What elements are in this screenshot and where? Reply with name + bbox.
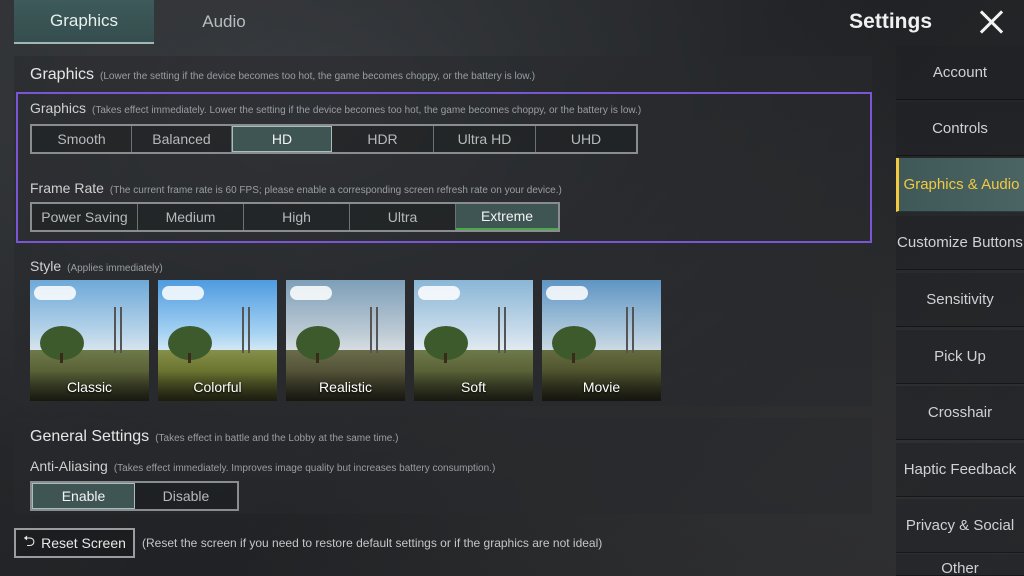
frame-rate-option-ultra[interactable]: Ultra bbox=[350, 204, 456, 230]
general-section-heading: General Settings bbox=[30, 428, 150, 445]
reset-note: (Reset the screen if you need to restore… bbox=[142, 536, 603, 550]
style-label: Style (Applies immediately) bbox=[30, 258, 163, 274]
anti-aliasing-note: (Takes effect immediately. Improves imag… bbox=[113, 463, 496, 474]
sidebar-item-sensitivity[interactable]: Sensitivity bbox=[896, 273, 1024, 327]
anti-aliasing-label: Anti-Aliasing (Takes effect immediately. … bbox=[30, 458, 495, 474]
frame-rate-label: Frame Rate (The current frame rate is 60 … bbox=[30, 180, 562, 196]
frame-rate-option-high[interactable]: High bbox=[244, 204, 350, 230]
main-panel: Graphics (Lower the setting if the device… bbox=[14, 56, 872, 576]
frame-rate-selector: Power Saving Medium High Ultra Extreme bbox=[30, 202, 560, 232]
settings-sidebar: Account Controls Graphics & Audio Custom… bbox=[896, 46, 1024, 576]
sidebar-item-privacy-social[interactable]: Privacy & Social bbox=[896, 499, 1024, 553]
page-title: Settings bbox=[849, 10, 932, 33]
style-option-movie[interactable]: Movie bbox=[542, 280, 661, 401]
graphics-label: Graphics (Takes effect immediately. Lower… bbox=[30, 100, 641, 116]
general-section-note: (Takes effect in battle and the Lobby at… bbox=[155, 433, 399, 444]
graphics-option-ultra-hd[interactable]: Ultra HD bbox=[434, 126, 536, 152]
tab-audio[interactable]: Audio bbox=[154, 0, 294, 44]
tab-graphics[interactable]: Graphics bbox=[14, 0, 154, 44]
sidebar-item-crosshair[interactable]: Crosshair bbox=[896, 386, 1024, 440]
graphics-label-note: (Takes effect immediately. Lower the set… bbox=[92, 105, 642, 116]
style-caption: Classic bbox=[66, 379, 113, 395]
graphics-option-hd[interactable]: HD bbox=[232, 126, 332, 152]
graphics-option-hdr[interactable]: HDR bbox=[332, 126, 434, 152]
reset-screen-button[interactable]: ⮌ Reset Screen bbox=[14, 528, 135, 558]
style-caption: Colorful bbox=[193, 379, 242, 395]
anti-aliasing-selector: Enable Disable bbox=[30, 481, 239, 511]
anti-aliasing-enable[interactable]: Enable bbox=[32, 483, 135, 509]
style-label-text: Style bbox=[30, 258, 62, 274]
graphics-option-smooth[interactable]: Smooth bbox=[32, 126, 132, 152]
style-option-realistic[interactable]: Realistic bbox=[286, 280, 405, 401]
graphics-label-text: Graphics bbox=[30, 100, 87, 116]
frame-rate-option-extreme[interactable]: Extreme bbox=[456, 204, 558, 230]
style-note: (Applies immediately) bbox=[67, 263, 163, 274]
general-section-title: General Settings (Takes effect in battle … bbox=[30, 428, 398, 446]
sidebar-item-other[interactable]: Other bbox=[896, 554, 1024, 576]
graphics-section-note: (Lower the setting if the device becomes… bbox=[100, 71, 536, 82]
style-caption: Realistic bbox=[319, 379, 372, 395]
style-option-colorful[interactable]: Colorful bbox=[158, 280, 277, 401]
graphics-section-heading: Graphics bbox=[30, 66, 95, 83]
frame-rate-label-text: Frame Rate bbox=[30, 180, 104, 196]
style-option-soft[interactable]: Soft bbox=[414, 280, 533, 401]
graphics-section-title: Graphics (Lower the setting if the device… bbox=[30, 66, 535, 84]
sidebar-item-customize-buttons[interactable]: Customize Buttons bbox=[896, 216, 1024, 270]
style-caption: Movie bbox=[582, 379, 621, 395]
graphics-option-uhd[interactable]: UHD bbox=[536, 126, 636, 152]
top-tabs: Graphics Audio bbox=[14, 0, 294, 44]
sidebar-item-haptic-feedback[interactable]: Haptic Feedback bbox=[896, 443, 1024, 497]
anti-aliasing-disable[interactable]: Disable bbox=[135, 483, 237, 509]
anti-aliasing-label-text: Anti-Aliasing bbox=[30, 458, 108, 474]
frame-rate-option-power-saving[interactable]: Power Saving bbox=[32, 204, 138, 230]
style-option-classic[interactable]: Classic bbox=[30, 280, 149, 401]
undo-icon: ⮌ bbox=[23, 532, 36, 550]
style-options: Classic Colorful Realistic Soft Movie bbox=[30, 280, 661, 401]
sidebar-item-pick-up[interactable]: Pick Up bbox=[896, 330, 1024, 384]
sidebar-item-account[interactable]: Account bbox=[896, 46, 1024, 100]
frame-rate-note: (The current frame rate is 60 FPS; pleas… bbox=[109, 185, 562, 196]
style-caption: Soft bbox=[461, 379, 486, 395]
sidebar-item-graphics-audio[interactable]: Graphics & Audio bbox=[896, 158, 1024, 212]
close-icon[interactable] bbox=[976, 6, 1008, 38]
frame-rate-option-medium[interactable]: Medium bbox=[138, 204, 244, 230]
reset-screen-label: Reset Screen bbox=[41, 535, 126, 551]
graphics-quality-selector: Smooth Balanced HD HDR Ultra HD UHD bbox=[30, 124, 638, 154]
graphics-option-balanced[interactable]: Balanced bbox=[132, 126, 232, 152]
sidebar-item-controls[interactable]: Controls bbox=[896, 102, 1024, 156]
